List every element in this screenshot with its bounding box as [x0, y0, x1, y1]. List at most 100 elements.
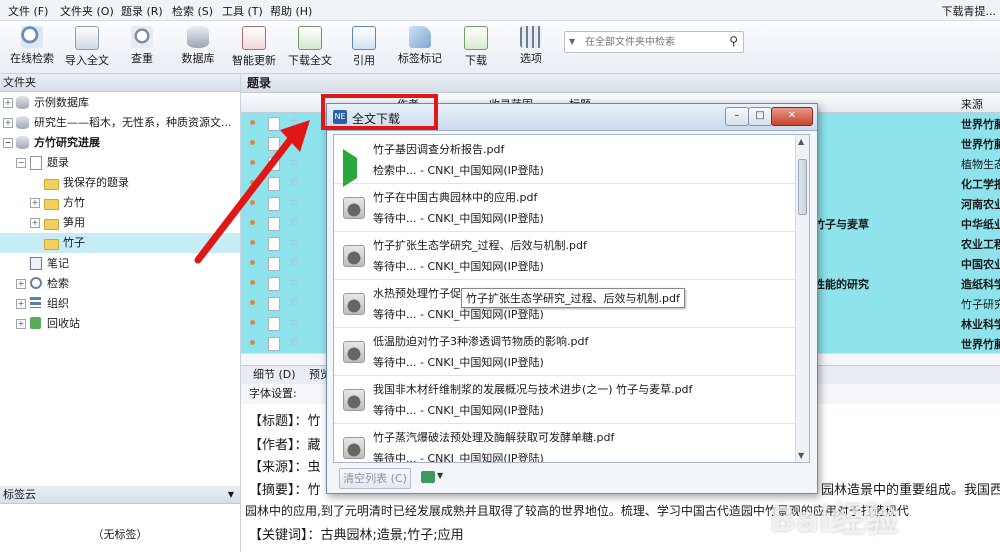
- row-source: 植物生态: [961, 158, 1000, 171]
- expand-icon[interactable]: +: [16, 279, 26, 289]
- download-status: 等待中... - CNKI_中国知网(IP登陆): [373, 260, 544, 273]
- menu-records[interactable]: 题录 (R): [121, 3, 163, 19]
- folder-icon: [44, 239, 59, 250]
- import-fulltext-button[interactable]: 导入全文: [59, 24, 115, 70]
- dropdown-arrow-icon[interactable]: ▼: [569, 37, 575, 46]
- row-source: 世界竹藤: [961, 118, 1000, 131]
- scrollbar[interactable]: ▲ ▼: [795, 135, 809, 462]
- dropdown-arrow-icon[interactable]: ▼: [437, 471, 443, 480]
- database-icon: [187, 26, 209, 48]
- download-item[interactable]: 低温肋迫对竹子3种渗透调节物质的影响.pdf 等待中... - CNKI_中国知网…: [334, 327, 795, 376]
- close-button[interactable]: ✕: [771, 107, 813, 126]
- download-filename: 竹子扩张生态学研究_过程、后效与机制.pdf: [373, 239, 587, 252]
- search-icon[interactable]: ⚲: [729, 34, 738, 48]
- scroll-down-icon[interactable]: ▼: [798, 451, 804, 460]
- dropdown-arrow-icon[interactable]: ▼: [228, 486, 234, 504]
- menu-file[interactable]: 文件 (F): [8, 3, 48, 19]
- menu-folder[interactable]: 文件夹 (O): [60, 3, 114, 19]
- column-source[interactable]: 来源: [961, 96, 983, 112]
- recycle-bin-icon: [30, 317, 41, 329]
- download-filename: 低温肋迫对竹子3种渗透调节物质的影响.pdf: [373, 335, 589, 348]
- tree-item-recycle[interactable]: + 回收站: [0, 314, 240, 334]
- collapse-icon[interactable]: −: [16, 158, 26, 168]
- status-dot-icon: [250, 320, 255, 325]
- search-input[interactable]: [583, 33, 727, 51]
- options-button[interactable]: 选项: [503, 24, 559, 70]
- menu-search[interactable]: 检索 (S): [172, 3, 213, 19]
- smart-update-button[interactable]: 智能更新: [226, 24, 282, 70]
- toolbar: 在线检索 导入全文 查重 数据库 智能更新 下载全文 引用 标签标记 下载 选项: [0, 21, 1000, 74]
- expand-icon[interactable]: +: [3, 118, 13, 128]
- tag-icon: [409, 26, 431, 48]
- magnifier-icon: [30, 277, 42, 289]
- star-icon[interactable]: ☆: [289, 275, 300, 289]
- status-dot-icon: [250, 300, 255, 305]
- download-item[interactable]: 竹子在中国古典园林中的应用.pdf 等待中... - CNKI_中国知网(IP登陆…: [334, 183, 795, 232]
- download-status: 等待中... - CNKI_中国知网(IP登陆): [373, 356, 544, 369]
- expand-icon[interactable]: +: [16, 299, 26, 309]
- online-search-button[interactable]: 在线检索: [4, 24, 60, 70]
- row-source: 造纸科学: [961, 278, 1000, 291]
- watermark: Bai经验: [770, 500, 899, 540]
- detail-keywords: 【关键词】：古典园林;造景;竹子;应用: [249, 528, 464, 543]
- expand-icon[interactable]: +: [30, 198, 40, 208]
- download-status: 等待中... - CNKI_中国知网(IP登陆): [373, 212, 544, 225]
- download-fulltext-button[interactable]: 下载全文: [282, 24, 338, 70]
- detail-source: 【来源】：虫: [249, 460, 321, 475]
- minimize-button[interactable]: –: [725, 107, 749, 126]
- folder-icon: [44, 219, 59, 230]
- scroll-up-icon[interactable]: ▲: [798, 137, 804, 146]
- organize-icon: [30, 297, 41, 308]
- star-icon[interactable]: ☆: [289, 335, 300, 349]
- download-item[interactable]: 我国非木材纤维制浆的发展概况与技术进步(之一) 竹子与麦草.pdf 等待中... …: [334, 375, 795, 424]
- row-source: 世界竹藤: [961, 338, 1000, 351]
- maximize-button[interactable]: □: [748, 107, 772, 126]
- status-dot-icon: [250, 280, 255, 285]
- download-fulltext-icon: [298, 26, 322, 50]
- tab-detail[interactable]: 细节 (D): [253, 366, 296, 384]
- expand-icon[interactable]: +: [30, 218, 40, 228]
- download-item[interactable]: 竹子扩张生态学研究_过程、后效与机制.pdf 等待中... - CNKI_中国知网…: [334, 231, 795, 280]
- database-button[interactable]: 数据库: [170, 24, 226, 70]
- folder-icon: [44, 179, 59, 190]
- red-arrow-annotation: [194, 120, 310, 264]
- tree-item-organize[interactable]: + 组织: [0, 294, 240, 314]
- database-icon: [16, 116, 29, 129]
- row-title-fragment: 性能的研究: [814, 278, 869, 291]
- row-source: 农业工程: [961, 238, 1000, 251]
- options-icon: [520, 26, 542, 48]
- download-icon: [464, 26, 488, 50]
- detail-abstract: 【摘要】：竹: [249, 483, 321, 498]
- star-icon[interactable]: ☆: [289, 315, 300, 329]
- waiting-icon: [343, 197, 365, 219]
- waiting-icon: [343, 389, 365, 411]
- cite-button[interactable]: 引用: [336, 24, 392, 70]
- play-icon: [343, 149, 377, 187]
- download-status: 等待中... - CNKI_中国知网(IP登陆): [373, 308, 544, 321]
- row-source: 世界竹藤: [961, 138, 1000, 151]
- tree-item-search[interactable]: + 检索: [0, 274, 240, 294]
- row-source: 河南农业: [961, 198, 1000, 211]
- download-item[interactable]: 竹子基因调查分析报告.pdf 检索中... - CNKI_中国知网(IP登陆): [334, 135, 795, 187]
- search-box[interactable]: ▼ ⚲: [564, 31, 744, 53]
- dedupe-button[interactable]: 查重: [114, 24, 170, 70]
- tag-mark-button[interactable]: 标签标记: [392, 24, 448, 70]
- scroll-thumb[interactable]: [798, 159, 807, 215]
- collapse-icon[interactable]: −: [3, 138, 13, 148]
- menu-help[interactable]: 帮助 (H): [270, 3, 312, 19]
- download-filename: 竹子蒸汽爆破法预处理及酶解获取可发酵单糖.pdf: [373, 431, 615, 444]
- folder-icon: [44, 199, 59, 210]
- download-button[interactable]: 下载: [448, 24, 504, 70]
- tool-icon[interactable]: [421, 471, 435, 483]
- menu-bar: 文件 (F) 文件夹 (O) 题录 (R) 检索 (S) 工具 (T) 帮助 (…: [0, 0, 1000, 21]
- download-item[interactable]: 竹子蒸汽爆破法预处理及酶解获取可发酵单糖.pdf 等待中... - CNKI_中国…: [334, 423, 795, 462]
- expand-icon[interactable]: +: [3, 98, 13, 108]
- star-icon[interactable]: ☆: [289, 295, 300, 309]
- clear-list-button[interactable]: 清空列表 (C): [339, 468, 411, 489]
- menu-tools[interactable]: 工具 (T): [222, 3, 263, 19]
- row-title-fragment: 竹子与麦草: [814, 218, 869, 231]
- document-icon: [268, 337, 280, 351]
- app-title: 下载青提...: [941, 5, 997, 18]
- row-source: 竹子研究: [961, 298, 1000, 311]
- expand-icon[interactable]: +: [16, 319, 26, 329]
